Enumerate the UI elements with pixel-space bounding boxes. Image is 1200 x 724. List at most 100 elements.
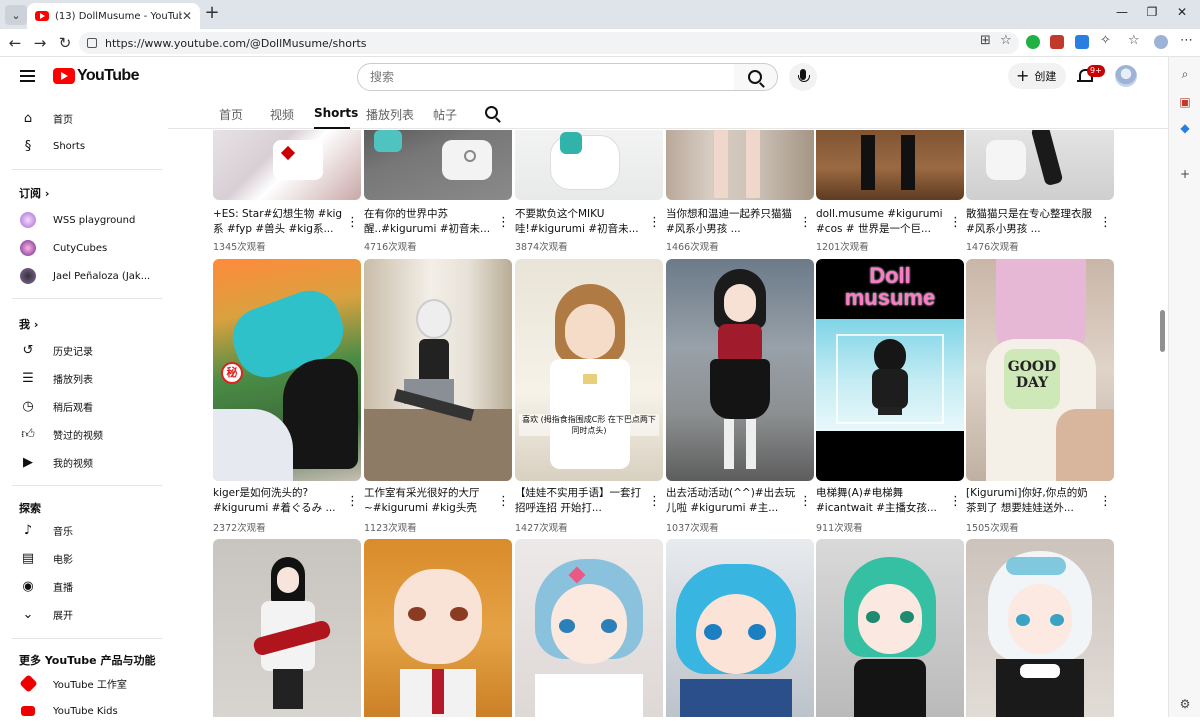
sidebar-subscription-wss[interactable]: WSS playground bbox=[0, 207, 168, 233]
short-thumbnail[interactable] bbox=[816, 130, 964, 200]
copilot-icon[interactable]: ◆ bbox=[1178, 121, 1192, 135]
short-thumbnail[interactable] bbox=[515, 130, 663, 200]
tab-actions-menu[interactable]: ⌄ bbox=[5, 5, 27, 25]
sidebar-item-kids[interactable]: YouTube Kids bbox=[0, 698, 168, 724]
new-tab-button[interactable]: + bbox=[202, 4, 222, 24]
forward-icon[interactable]: → bbox=[31, 34, 49, 52]
sidebar-item-shorts[interactable]: § Shorts bbox=[0, 133, 168, 159]
short-thumbnail[interactable] bbox=[364, 130, 512, 200]
short-title[interactable]: 出去活动活动(^^)#出去玩儿啦 #kigurumi #主... bbox=[666, 486, 796, 516]
tab-home[interactable]: 首页 bbox=[219, 106, 243, 123]
youtube-logo[interactable]: YouTube bbox=[53, 67, 139, 85]
sidebar-item-my-videos[interactable]: ▶ 我的视频 bbox=[0, 449, 168, 475]
more-options-icon[interactable] bbox=[799, 490, 803, 504]
back-icon[interactable]: ← bbox=[6, 34, 24, 52]
favorites-icon[interactable]: ☆ bbox=[1128, 33, 1140, 51]
more-options-icon[interactable] bbox=[799, 211, 803, 225]
short-thumbnail[interactable] bbox=[515, 539, 663, 717]
short-title[interactable]: doll.musume #kigurumi #cos # 世界是一个巨... bbox=[816, 207, 946, 237]
more-options-icon[interactable] bbox=[1099, 490, 1103, 504]
short-thumbnail[interactable] bbox=[364, 259, 512, 481]
extensions-icon[interactable]: ✧ bbox=[1100, 33, 1111, 51]
short-title[interactable]: 散猫猫只是在专心整理衣服#风系小男孩 ... bbox=[966, 207, 1096, 237]
account-avatar[interactable] bbox=[1115, 65, 1137, 87]
short-thumbnail[interactable] bbox=[213, 130, 361, 200]
sidebar-item-home[interactable]: ⌂ 首页 bbox=[0, 105, 168, 131]
sidebar-subscription-cutycubes[interactable]: CutyCubes bbox=[0, 235, 168, 261]
sidebar-item-music[interactable]: ♪ 音乐 bbox=[0, 517, 168, 543]
short-thumbnail[interactable]: 秘 bbox=[213, 259, 361, 481]
short-thumbnail[interactable] bbox=[966, 130, 1114, 200]
sidebar-subscription-jael[interactable]: Jael Peñaloza (Jak... bbox=[0, 263, 168, 289]
page-scrollbar[interactable] bbox=[1160, 310, 1165, 352]
address-bar[interactable]: https://www.youtube.com/@DollMusume/shor… bbox=[79, 32, 1019, 54]
tab-posts[interactable]: 帖子 bbox=[433, 106, 457, 123]
more-options-icon[interactable] bbox=[1099, 211, 1103, 225]
channel-search-icon[interactable] bbox=[485, 106, 498, 119]
shopping-icon[interactable]: ▣ bbox=[1178, 95, 1192, 109]
close-window-icon[interactable]: ✕ bbox=[1172, 5, 1192, 19]
search-input[interactable]: 搜索 bbox=[357, 63, 735, 91]
short-thumbnail[interactable] bbox=[666, 539, 814, 717]
tab-playlists[interactable]: 播放列表 bbox=[366, 106, 414, 123]
voice-search-icon[interactable] bbox=[789, 63, 817, 91]
more-options-icon[interactable] bbox=[949, 211, 953, 225]
sidebar-item-watch-later[interactable]: ◷ 稍后观看 bbox=[0, 393, 168, 419]
short-thumbnail[interactable] bbox=[816, 539, 964, 717]
search-sidebar-icon[interactable]: ⌕ bbox=[1178, 67, 1192, 81]
create-button[interactable]: + 创建 bbox=[1008, 63, 1066, 89]
sidebar-item-expand[interactable]: ⌄ 展开 bbox=[0, 601, 168, 627]
more-options-icon[interactable] bbox=[949, 490, 953, 504]
more-options-icon[interactable] bbox=[497, 490, 501, 504]
more-options-icon[interactable] bbox=[648, 211, 652, 225]
menu-icon[interactable] bbox=[20, 70, 35, 82]
short-title[interactable]: kiger是如何洗头的? #kigurumi #着ぐるみ ... bbox=[213, 486, 343, 516]
more-options-icon[interactable] bbox=[346, 490, 350, 504]
short-thumbnail[interactable] bbox=[666, 130, 814, 200]
short-thumbnail[interactable] bbox=[213, 539, 361, 717]
short-thumbnail[interactable]: 喜欢 (拇指食指围成C形 在下巴点两下 同时点头) bbox=[515, 259, 663, 481]
tab-close-icon[interactable]: ✕ bbox=[182, 9, 192, 23]
short-title[interactable]: 在有你的世界中苏醒..#kigurumi #初音未... bbox=[364, 207, 494, 237]
settings-more-icon[interactable]: ⋯ bbox=[1180, 33, 1193, 51]
sidebar-item-history[interactable]: ↺ 历史记录 bbox=[0, 337, 168, 363]
refresh-icon[interactable]: ↻ bbox=[56, 34, 74, 52]
short-thumbnail[interactable]: Doll musume bbox=[816, 259, 964, 481]
short-title[interactable]: 当你想和温迪一起养只猫猫 #风系小男孩 ... bbox=[666, 207, 796, 237]
minimize-icon[interactable]: — bbox=[1112, 5, 1132, 19]
extension-red-icon[interactable] bbox=[1050, 35, 1064, 49]
add-sidebar-icon[interactable]: + bbox=[1178, 167, 1192, 181]
short-thumbnail[interactable] bbox=[364, 539, 512, 717]
browser-tab[interactable]: (13) DollMusume - YouTube ✕ bbox=[27, 3, 200, 29]
sidebar-settings-icon[interactable]: ⚙ bbox=[1178, 697, 1192, 711]
short-title[interactable]: +ES: Star#幻想生物 #kig系 #fyp #兽头 #kig系... bbox=[213, 207, 343, 237]
more-options-icon[interactable] bbox=[648, 490, 652, 504]
extension-blue-icon[interactable] bbox=[1075, 35, 1089, 49]
short-thumbnail[interactable] bbox=[666, 259, 814, 481]
short-title[interactable]: 电梯舞(A)#电梯舞 #icantwait #主播女孩... bbox=[816, 486, 946, 516]
more-options-icon[interactable] bbox=[346, 211, 350, 225]
subscriptions-heading[interactable]: 订阅 › bbox=[19, 185, 49, 201]
site-info-icon[interactable] bbox=[87, 38, 97, 48]
sidebar-item-studio[interactable]: YouTube 工作室 bbox=[0, 670, 168, 696]
short-thumbnail[interactable] bbox=[966, 539, 1114, 717]
short-title[interactable]: 【娃娃不实用手语】一套打招呼连招 开始打... bbox=[515, 486, 645, 516]
tab-videos[interactable]: 视频 bbox=[270, 106, 294, 123]
search-button[interactable] bbox=[734, 63, 778, 91]
sidebar-item-live[interactable]: ◉ 直播 bbox=[0, 573, 168, 599]
app-available-icon[interactable]: ⊞ bbox=[980, 33, 991, 51]
extension-green-icon[interactable] bbox=[1026, 35, 1040, 49]
short-title[interactable]: [Kigurumi]你好,你点的奶茶到了 想要娃娃送外... bbox=[966, 486, 1096, 516]
more-options-icon[interactable] bbox=[497, 211, 501, 225]
you-heading[interactable]: 我 › bbox=[19, 316, 38, 332]
short-thumbnail[interactable]: GOOD DAY bbox=[966, 259, 1114, 481]
profile-icon[interactable] bbox=[1154, 35, 1168, 49]
sidebar-item-liked[interactable]: 👍︎ 赞过的视频 bbox=[0, 421, 168, 447]
sidebar-item-playlists[interactable]: ☰ 播放列表 bbox=[0, 365, 168, 391]
short-title[interactable]: 工作室有采光很好的大厅~#kigurumi #kig头壳 bbox=[364, 486, 494, 516]
short-title[interactable]: 不要欺负这个MIKU哇!#kigurumi #初音未... bbox=[515, 207, 645, 237]
sidebar-item-movies[interactable]: ▤ 电影 bbox=[0, 545, 168, 571]
restore-icon[interactable]: ❐ bbox=[1142, 5, 1162, 19]
favorite-star-icon[interactable]: ☆ bbox=[1000, 33, 1012, 51]
tab-shorts[interactable]: Shorts bbox=[314, 106, 358, 120]
